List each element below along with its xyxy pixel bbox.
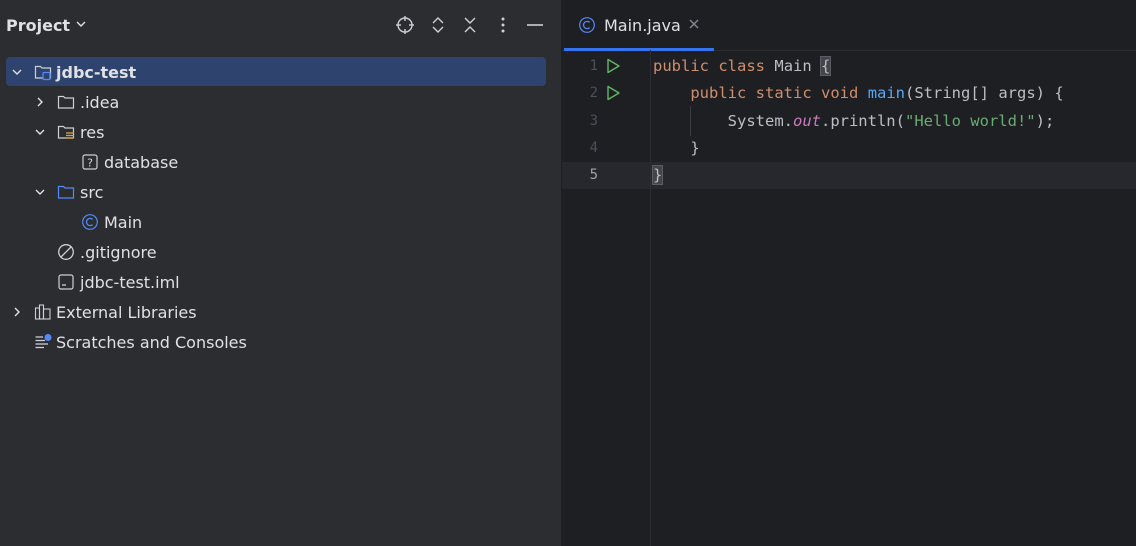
scratches-icon (35, 334, 52, 349)
tree-item-scratches[interactable]: Scratches and Consoles (6, 327, 546, 357)
run-icon[interactable] (605, 58, 621, 74)
matched-brace: } (651, 165, 664, 185)
tab-label: Main.java (604, 16, 681, 35)
static-field: out (792, 112, 821, 130)
tree-item-gitignore[interactable]: .gitignore (6, 237, 546, 267)
locate-icon[interactable] (395, 15, 415, 35)
tree-item-idea[interactable]: .idea (6, 87, 546, 117)
code-line-2[interactable]: public static void main(String[] args) { (653, 84, 1064, 102)
tree-item-label: .gitignore (80, 243, 157, 262)
ignore-file-icon (58, 244, 74, 260)
tree-item-main[interactable]: Main (6, 207, 546, 237)
tree-item-src[interactable]: src (6, 177, 546, 207)
chevron-down-icon[interactable] (10, 65, 24, 79)
line-number: 4 (589, 140, 598, 156)
more-options-icon[interactable] (493, 15, 513, 35)
gutter-separator (650, 50, 651, 546)
keyword: public (653, 57, 709, 75)
collapse-all-icon[interactable] (460, 15, 480, 35)
code-line-5[interactable]: } (651, 165, 664, 185)
class-icon (579, 17, 595, 33)
tree-item-label: jdbc-test (56, 63, 137, 82)
keyword: void (821, 84, 859, 102)
keyword: static (755, 84, 812, 102)
code-line-1[interactable]: public class Main { (653, 56, 832, 76)
tree-item-external-libraries[interactable]: External Libraries (6, 297, 546, 327)
code-line-4[interactable]: } (653, 139, 700, 157)
resources-folder-icon (57, 125, 75, 139)
svg-text:?: ? (87, 157, 93, 170)
project-panel-title[interactable]: Project (6, 16, 70, 35)
code-line-3[interactable]: System.out.println("Hello world!"); (653, 112, 1055, 130)
tree-item-label: Scratches and Consoles (56, 333, 247, 352)
tree-item-label: External Libraries (56, 303, 197, 322)
project-tool-window: Project jdbc-test .idea res ? database s… (0, 0, 561, 546)
folder-icon (57, 95, 75, 109)
code-editor[interactable]: Main.java 1 2 3 4 5 public class Main { … (562, 0, 1136, 546)
module-folder-icon (34, 65, 52, 81)
matched-brace: { (819, 56, 832, 76)
line-number: 1 (589, 58, 598, 74)
libraries-icon (34, 304, 51, 320)
line-number: 3 (589, 113, 598, 129)
run-icon[interactable] (605, 85, 621, 101)
tree-item-res[interactable]: res (6, 117, 546, 147)
chevron-down-icon[interactable] (33, 185, 47, 199)
tree-item-label: .idea (80, 93, 120, 112)
tab-main-java[interactable]: Main.java (562, 0, 714, 51)
tree-item-label: jdbc-test.iml (80, 273, 180, 292)
code-text: ); (1035, 112, 1055, 130)
method-name: main (867, 84, 906, 102)
line-number: 5 (589, 167, 598, 183)
chevron-down-icon[interactable] (74, 17, 88, 31)
chevron-right-icon[interactable] (33, 95, 47, 109)
expand-all-icon[interactable] (428, 15, 448, 35)
project-panel-header: Project (0, 0, 561, 50)
class-icon (82, 214, 98, 230)
tree-item-label: src (80, 183, 104, 202)
closing-brace: } (690, 139, 700, 157)
keyword: public (690, 84, 747, 102)
tree-item-database[interactable]: ? database (6, 147, 546, 177)
iml-file-icon (58, 274, 74, 290)
source-folder-icon (57, 185, 75, 199)
tree-item-jdbc-test[interactable]: jdbc-test (6, 57, 546, 86)
editor-tab-bar: Main.java (562, 0, 1136, 51)
current-line-highlight (562, 162, 1136, 189)
chevron-down-icon[interactable] (33, 125, 47, 139)
close-icon[interactable] (688, 18, 700, 30)
tree-item-iml[interactable]: jdbc-test.iml (6, 267, 546, 297)
class-name: Main (774, 57, 812, 75)
method-params: (String[] args) { (905, 84, 1064, 102)
code-text: System. (727, 112, 793, 130)
tree-item-label: Main (104, 213, 143, 232)
minimize-icon[interactable] (525, 15, 545, 35)
keyword: class (718, 57, 766, 75)
string-literal: "Hello world!" (904, 112, 1036, 130)
chevron-right-icon[interactable] (10, 305, 24, 319)
code-text: .println( (820, 112, 905, 130)
tree-item-label: res (80, 123, 105, 142)
unknown-file-icon: ? (82, 154, 98, 170)
tree-item-label: database (104, 153, 179, 172)
line-number: 2 (589, 85, 598, 101)
active-tab-indicator (564, 48, 714, 51)
